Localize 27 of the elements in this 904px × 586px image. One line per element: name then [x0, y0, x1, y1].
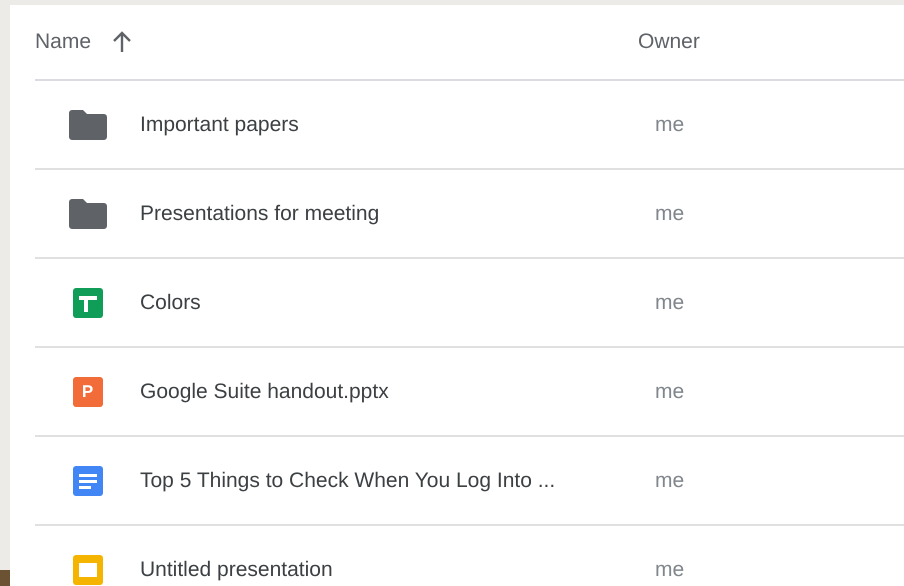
owner-text: me [655, 290, 684, 316]
owner-text: me [655, 556, 684, 583]
file-row[interactable]: P Google Suite handout.pptx me [35, 348, 904, 437]
file-name: Top 5 Things to Check When You Log Into ... [140, 468, 556, 494]
file-row[interactable]: Top 5 Things to Check When You Log Into ... me [35, 437, 904, 526]
file-name: Presentations for meeting [140, 200, 380, 227]
file-row[interactable]: Presentations for meeting me [35, 170, 904, 259]
file-name: Important papers [140, 112, 300, 138]
presentation-file-icon: P [72, 376, 102, 406]
folder-icon [68, 110, 106, 140]
owner-text: me [655, 200, 684, 227]
background-strip [0, 570, 10, 586]
column-header[interactable]: Owner [638, 26, 700, 58]
file-row[interactable]: Colors me [35, 259, 904, 348]
owner-text: me [655, 378, 684, 405]
folder-icon [68, 198, 106, 228]
spreadsheet-icon [72, 288, 102, 318]
owner-text: me [655, 468, 684, 494]
column-header[interactable]: Name [35, 26, 115, 58]
owner-text: me [655, 112, 684, 138]
file-row[interactable]: Untitled presentation me [35, 526, 904, 586]
file-row[interactable]: Important papers me [35, 81, 904, 170]
file-name: Untitled presentation [140, 556, 334, 583]
file-name: Colors [140, 290, 202, 316]
sort-arrow-icon[interactable] [112, 31, 132, 53]
document-icon [72, 466, 102, 496]
file-name: Google Suite handout.pptx [140, 378, 390, 405]
